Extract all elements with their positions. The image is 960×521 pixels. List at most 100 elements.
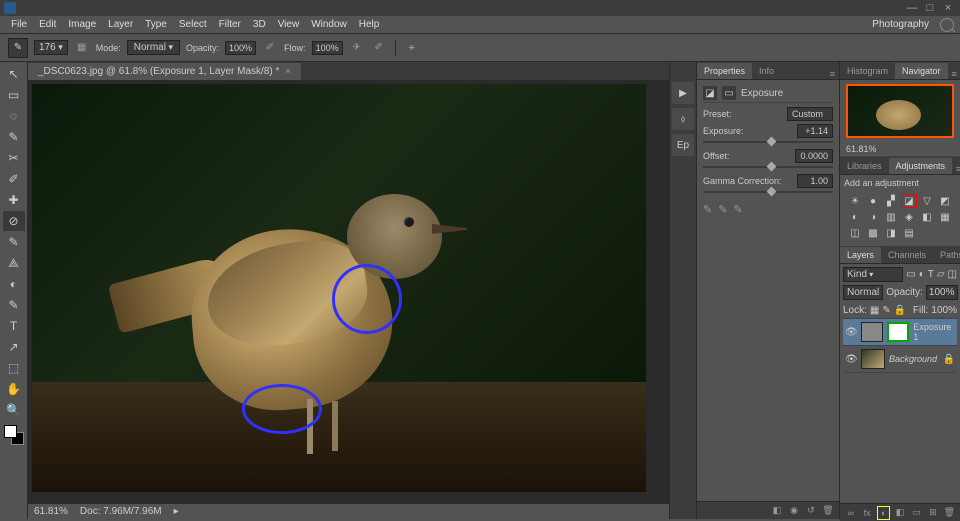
gamma-slider[interactable] bbox=[703, 191, 833, 193]
filter-shape-icon[interactable]: ▱ bbox=[937, 269, 945, 280]
new-group-icon[interactable]: ▭ bbox=[910, 506, 923, 520]
document-tab[interactable]: _DSC0623.jpg @ 61.8% (Exposure 1, Layer … bbox=[28, 63, 301, 80]
exposure-slider[interactable] bbox=[703, 141, 833, 143]
tab-adjustments[interactable]: Adjustments bbox=[889, 158, 953, 174]
pressure-opacity-icon[interactable]: ✐ bbox=[262, 40, 278, 56]
navigator-thumbnail[interactable] bbox=[846, 84, 954, 138]
fill-input[interactable]: 100% bbox=[931, 305, 957, 316]
history-panel-icon[interactable]: ▶ bbox=[672, 82, 694, 104]
doc-size[interactable]: Doc: 7.96M/7.96M bbox=[80, 506, 162, 517]
offset-value[interactable]: 0.0000 bbox=[795, 149, 833, 163]
delete-adjustment-icon[interactable]: 🗑 bbox=[821, 504, 835, 518]
minimize-button[interactable]: — bbox=[904, 2, 920, 14]
view-previous-icon[interactable]: ◉ bbox=[787, 504, 801, 518]
eyedropper-white-icon[interactable]: ✎ bbox=[733, 203, 742, 216]
status-arrow-icon[interactable]: ▸ bbox=[174, 506, 179, 517]
tab-layers[interactable]: Layers bbox=[840, 247, 881, 263]
move-tool[interactable]: ↖ bbox=[3, 64, 25, 84]
zoom-level[interactable]: 61.81% bbox=[34, 506, 68, 517]
delete-layer-icon[interactable]: 🗑 bbox=[943, 506, 956, 520]
crop-tool[interactable]: ✂ bbox=[3, 148, 25, 168]
new-adjustment-icon[interactable]: ◧ bbox=[893, 506, 906, 520]
maximize-button[interactable]: □ bbox=[922, 2, 938, 14]
visibility-icon[interactable]: 👁 bbox=[845, 354, 857, 365]
link-layers-icon[interactable]: ∞ bbox=[844, 506, 857, 520]
brush-preset-picker[interactable]: 176 ▾ bbox=[34, 40, 68, 55]
lock-position-icon[interactable]: ✎ bbox=[882, 305, 890, 316]
preset-select[interactable]: Custom bbox=[787, 107, 833, 121]
airbrush-icon[interactable]: ✈ bbox=[349, 40, 365, 56]
layer-mask-thumbnail[interactable] bbox=[887, 322, 909, 342]
layer-filter-select[interactable]: Kind ▾ bbox=[843, 267, 903, 282]
mask-icon[interactable]: ▭ bbox=[722, 86, 736, 100]
adj-gradientmap-icon[interactable]: ◨ bbox=[883, 226, 899, 240]
menu-3d[interactable]: 3D bbox=[248, 17, 271, 32]
brush-tool[interactable]: ⊘ bbox=[3, 211, 25, 231]
eyedropper-tool[interactable]: ✐ bbox=[3, 169, 25, 189]
menu-image[interactable]: Image bbox=[63, 17, 101, 32]
tab-navigator[interactable]: Navigator bbox=[895, 63, 948, 79]
close-button[interactable]: × bbox=[940, 2, 956, 14]
type-tool[interactable]: T bbox=[3, 316, 25, 336]
adj-selective-icon[interactable]: ▤ bbox=[901, 226, 917, 240]
brush-tool-preset-icon[interactable]: ✎ bbox=[8, 38, 28, 58]
exposure-value[interactable]: +1.14 bbox=[797, 124, 833, 138]
adj-colorlookup-icon[interactable]: ◧ bbox=[919, 210, 935, 224]
tab-paths[interactable]: Paths bbox=[933, 247, 960, 263]
hand-tool[interactable]: ✋ bbox=[3, 379, 25, 399]
foreground-color[interactable] bbox=[4, 425, 17, 438]
menu-window[interactable]: Window bbox=[306, 17, 352, 32]
clip-to-layer-icon[interactable]: ◧ bbox=[770, 504, 784, 518]
healing-tool[interactable]: ✚ bbox=[3, 190, 25, 210]
adj-invert-icon[interactable]: ▦ bbox=[937, 210, 953, 224]
shape-tool[interactable]: ⬚ bbox=[3, 358, 25, 378]
layer-name[interactable]: Exposure 1 bbox=[913, 322, 955, 342]
blend-mode-select[interactable]: Normal bbox=[843, 285, 883, 300]
panel-menu-icon[interactable]: ≡ bbox=[952, 164, 960, 174]
blend-mode-select[interactable]: Normal ▾ bbox=[127, 40, 180, 55]
adj-vibrance-icon[interactable]: ▽ bbox=[919, 194, 935, 208]
adj-posterize-icon[interactable]: ◫ bbox=[847, 226, 863, 240]
filter-pixel-icon[interactable]: ▭ bbox=[906, 269, 915, 280]
adj-exposure-icon[interactable]: ◪ bbox=[901, 194, 917, 208]
adj-threshold-icon[interactable]: ▩ bbox=[865, 226, 881, 240]
lock-pixels-icon[interactable]: ▦ bbox=[870, 305, 879, 316]
layer-item-exposure[interactable]: 👁 Exposure 1 bbox=[843, 319, 957, 346]
menu-file[interactable]: File bbox=[6, 17, 32, 32]
adj-levels-icon[interactable]: ● bbox=[865, 194, 881, 208]
actions-panel-icon[interactable]: ⬨ bbox=[672, 108, 694, 130]
filter-smart-icon[interactable]: ◫ bbox=[948, 269, 957, 280]
canvas[interactable] bbox=[32, 84, 646, 492]
menu-view[interactable]: View bbox=[273, 17, 305, 32]
adjustment-icon[interactable]: ◪ bbox=[703, 86, 717, 100]
adj-bw-icon[interactable]: ◑ bbox=[865, 210, 881, 224]
eyedropper-gray-icon[interactable]: ✎ bbox=[718, 203, 727, 216]
new-layer-icon[interactable]: ⊞ bbox=[926, 506, 939, 520]
layer-style-icon[interactable]: fx bbox=[860, 506, 873, 520]
zoom-tool[interactable]: 🔍 bbox=[3, 400, 25, 420]
brush-panel-icon[interactable]: ▦ bbox=[74, 40, 90, 56]
search-icon[interactable] bbox=[940, 18, 954, 32]
reset-icon[interactable]: ↺ bbox=[804, 504, 818, 518]
opacity-input[interactable]: 100% bbox=[225, 41, 256, 55]
panel-menu-icon[interactable]: ≡ bbox=[948, 69, 960, 79]
dodge-tool[interactable]: ◐ bbox=[3, 274, 25, 294]
quick-select-tool[interactable]: ✎ bbox=[3, 127, 25, 147]
menu-select[interactable]: Select bbox=[174, 17, 212, 32]
lock-all-icon[interactable]: 🔒 bbox=[894, 305, 906, 316]
adj-photofilter-icon[interactable]: ▥ bbox=[883, 210, 899, 224]
lasso-tool[interactable]: ◌ bbox=[3, 106, 25, 126]
eyedropper-black-icon[interactable]: ✎ bbox=[703, 203, 712, 216]
gamma-value[interactable]: 1.00 bbox=[797, 174, 833, 188]
tab-info[interactable]: Info bbox=[752, 63, 781, 79]
filter-adj-icon[interactable]: ◐ bbox=[919, 269, 925, 280]
adj-brightness-icon[interactable]: ☀ bbox=[847, 194, 863, 208]
tab-libraries[interactable]: Libraries bbox=[840, 158, 889, 174]
adj-colorbalance-icon[interactable]: ◐ bbox=[847, 210, 863, 224]
pressure-size-icon[interactable]: ✐ bbox=[371, 40, 387, 56]
workspace-switcher[interactable]: Photography bbox=[867, 17, 934, 32]
menu-layer[interactable]: Layer bbox=[103, 17, 138, 32]
symmetry-icon[interactable]: ⚹ bbox=[404, 40, 420, 56]
layer-item-background[interactable]: 👁 Background 🔒 bbox=[843, 346, 957, 373]
tab-properties[interactable]: Properties bbox=[697, 63, 752, 79]
